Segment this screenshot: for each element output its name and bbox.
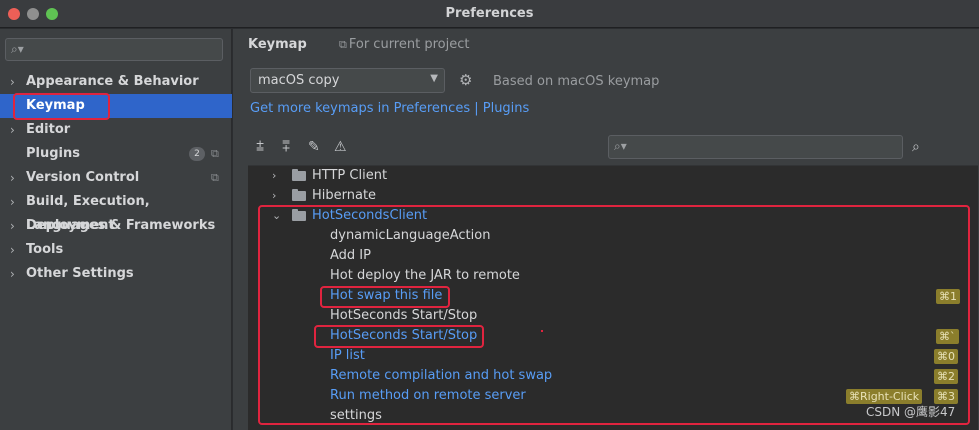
- chevron-down-icon: ▼: [430, 73, 438, 84]
- tree-row-label: HTTP Client: [312, 168, 388, 183]
- sidebar-item-label: Version Control: [26, 170, 140, 185]
- warning-icon[interactable]: ⚠: [334, 139, 347, 155]
- search-icon: ⌕▾: [11, 42, 24, 56]
- sidebar-item-label: Other Settings: [26, 266, 134, 281]
- chevron-right-icon: ›: [10, 219, 15, 233]
- action-search-input[interactable]: ⌕▾: [608, 135, 903, 159]
- settings-search-input[interactable]: ⌕▾: [5, 38, 223, 61]
- search-icon: ⌕▾: [614, 139, 627, 153]
- chevron-right-icon: ›: [10, 243, 15, 257]
- hotsecondsclient-group-highlight-box: [258, 205, 970, 425]
- sidebar-item-plugins[interactable]: Plugins 2 ⧉: [0, 142, 232, 166]
- watermark: CSDN @鹰影47: [866, 405, 956, 419]
- folder-icon: [292, 169, 306, 181]
- gear-icon[interactable]: ⚙: [459, 71, 472, 89]
- keymap-select-value: macOS copy: [258, 73, 340, 88]
- tree-row-hibernate[interactable]: › Hibernate: [248, 186, 978, 206]
- annotation-dot: [541, 330, 543, 332]
- sidebar-item-editor[interactable]: › Editor: [0, 118, 232, 142]
- chevron-right-icon[interactable]: ›: [272, 166, 276, 186]
- page-title: Keymap: [248, 37, 307, 52]
- collapse-all-icon[interactable]: ⩱: [282, 139, 290, 155]
- title-bar: Preferences: [0, 0, 979, 28]
- sidebar-item-appearance-behavior[interactable]: › Appearance & Behavior: [0, 70, 232, 94]
- tree-row-label: Hibernate: [312, 188, 377, 203]
- window-title: Preferences: [445, 6, 534, 21]
- folder-icon: [292, 189, 306, 201]
- edit-icon[interactable]: ✎: [308, 139, 320, 155]
- keymap-highlight-box: [13, 93, 110, 120]
- plugins-count-badge: 2: [189, 147, 205, 161]
- sidebar-item-languages-frameworks[interactable]: › Languages & Frameworks: [0, 214, 232, 238]
- keymap-select[interactable]: macOS copy ▼: [250, 68, 445, 93]
- sidebar-item-label: Editor: [26, 122, 71, 137]
- based-on-label: Based on macOS keymap: [493, 74, 660, 89]
- sidebar-item-tools[interactable]: › Tools: [0, 238, 232, 262]
- chevron-right-icon: ›: [10, 123, 15, 137]
- sidebar-item-label: Appearance & Behavior: [26, 74, 199, 89]
- expand-all-icon[interactable]: ⩲: [256, 139, 264, 155]
- sidebar-item-label: Plugins: [26, 146, 80, 161]
- find-by-shortcut-icon[interactable]: ⌕: [912, 139, 920, 155]
- sidebar-item-label: Tools: [26, 242, 64, 257]
- chevron-right-icon: ›: [10, 267, 15, 281]
- project-scope-icon: ⧉: [339, 38, 347, 51]
- start-stop-highlight-box: [314, 325, 484, 348]
- chevron-right-icon: ›: [10, 75, 15, 89]
- sidebar-item-build-execution-deployment[interactable]: › Build, Execution, Deployment: [0, 190, 232, 233]
- more-keymaps-link[interactable]: Get more keymaps in Preferences | Plugin…: [250, 101, 529, 116]
- chevron-right-icon: ›: [10, 171, 15, 185]
- chevron-right-icon: ›: [10, 195, 15, 209]
- sidebar-item-other-settings[interactable]: › Other Settings: [0, 262, 232, 286]
- sidebar: ⌕▾ › Appearance & Behavior Keymap › Edit…: [0, 29, 232, 430]
- project-scope-icon: ⧉: [211, 171, 219, 184]
- tree-row-http-client[interactable]: › HTTP Client: [248, 166, 978, 186]
- chevron-right-icon[interactable]: ›: [272, 186, 276, 206]
- sidebar-item-version-control[interactable]: › Version Control ⧉: [0, 166, 232, 190]
- sidebar-item-label: Languages & Frameworks: [26, 218, 216, 233]
- project-scope-hint: ⧉ For current project: [339, 37, 470, 52]
- project-scope-icon: ⧉: [211, 147, 219, 160]
- hot-swap-highlight-box: [320, 286, 450, 308]
